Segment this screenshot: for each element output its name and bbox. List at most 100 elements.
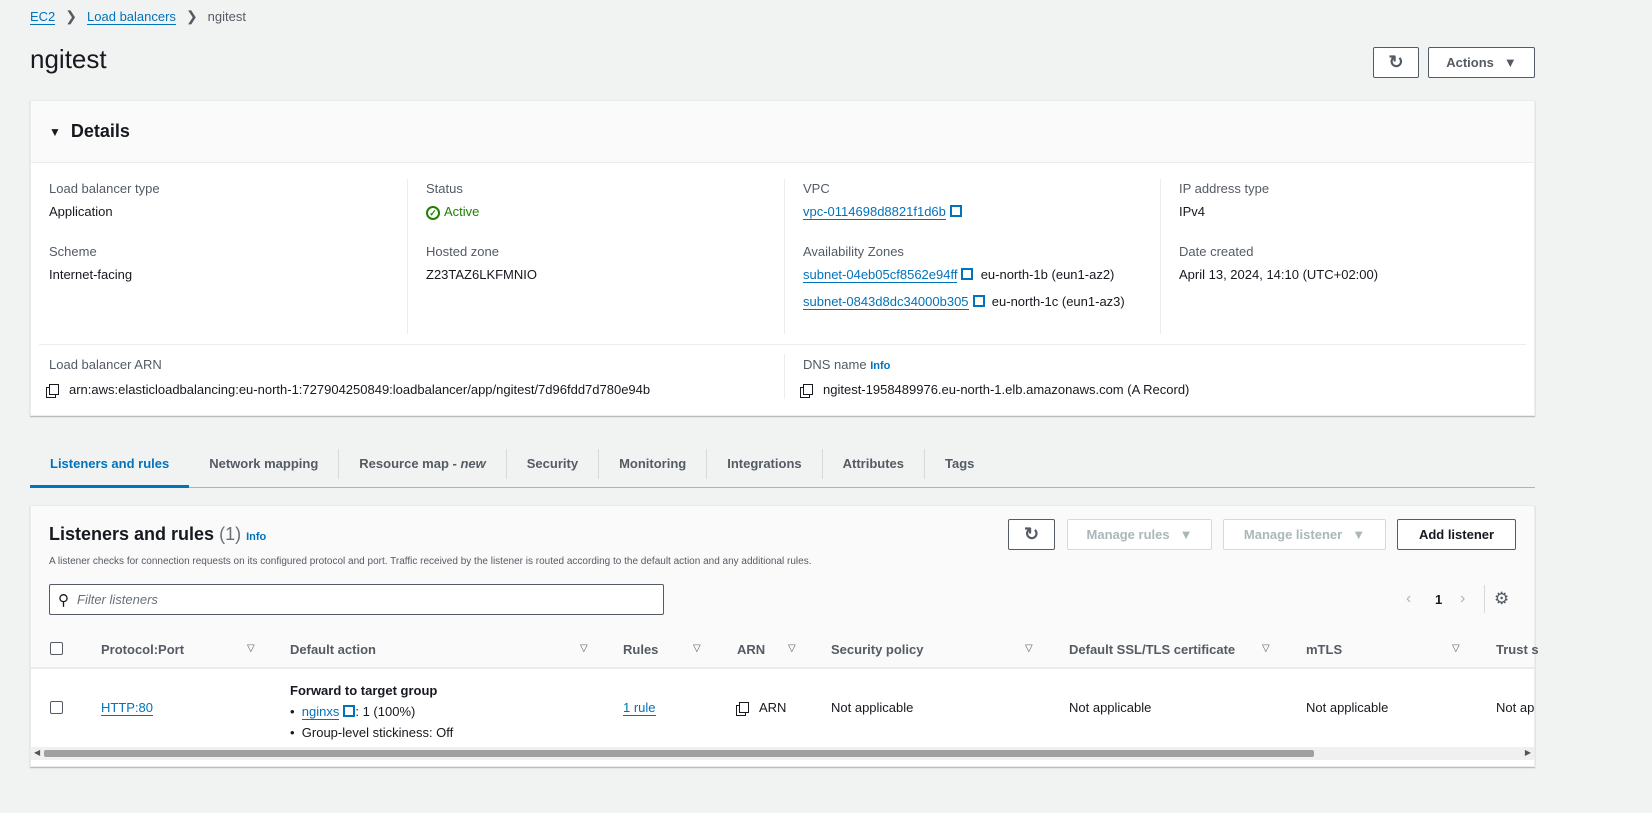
rules-link[interactable]: 1 rule (623, 700, 656, 716)
chevron-right-icon: ❯ (65, 8, 78, 24)
column-default-action[interactable]: Default action (290, 634, 376, 666)
default-action-cell: Forward to target group • nginxs: 1 (100… (290, 680, 453, 743)
sort-icon[interactable]: ▽ (1025, 643, 1033, 654)
refresh-listeners-button[interactable]: ↻ (1008, 519, 1055, 550)
new-badge: new (460, 455, 486, 471)
ip-type-value: IPv4 (1179, 204, 1206, 219)
page-number[interactable]: 1 (1435, 592, 1442, 607)
external-link-icon (972, 295, 985, 307)
caret-down-icon: ▼ (1352, 527, 1366, 542)
caret-down-icon: ▼ (1503, 55, 1517, 70)
listener-link[interactable]: HTTP:80 (101, 700, 154, 716)
chevron-right-icon: ❯ (185, 8, 198, 24)
az-zone: eu-north-1c (eun1-az3) (991, 294, 1125, 309)
security-policy-value: Not applicable (831, 700, 914, 715)
info-link[interactable]: Info (246, 531, 266, 543)
details-header[interactable]: ▼ Details (31, 101, 1534, 163)
arn-cell: ARN (739, 700, 786, 715)
filter-listeners-input[interactable]: ⚲ Filter listeners (49, 584, 664, 615)
stickiness: Group-level stickiness: Off (301, 725, 454, 740)
manage-rules-button[interactable]: Manage rules ▼ (1067, 519, 1212, 550)
refresh-icon: ↻ (1023, 524, 1040, 544)
ssl-cert-value: Not applicable (1069, 700, 1152, 715)
tab-attributes[interactable]: Attributes (823, 448, 926, 479)
column-protocol-port[interactable]: Protocol:Port (101, 634, 184, 666)
row-checkbox[interactable] (50, 701, 63, 714)
search-icon: ⚲ (58, 591, 69, 609)
sort-icon[interactable]: ▽ (693, 643, 701, 654)
sort-icon[interactable]: ▽ (1262, 643, 1270, 654)
manage-listener-button[interactable]: Manage listener ▼ (1223, 519, 1386, 550)
target-group-link[interactable]: nginxs (301, 704, 340, 720)
tab-listeners-and-rules[interactable]: Listeners and rules (30, 440, 190, 488)
external-link-icon (343, 705, 356, 717)
horizontal-scrollbar[interactable]: ◀ ▶ (31, 747, 1534, 760)
column-arn[interactable]: ARN (737, 634, 765, 666)
column-mtls[interactable]: mTLS (1306, 634, 1342, 666)
mtls-value: Not applicable (1306, 700, 1389, 715)
copy-icon[interactable] (49, 384, 59, 395)
refresh-button[interactable]: ↻ (1373, 47, 1419, 78)
hosted-zone-value: Z23TAZ6LKFMNIO (426, 267, 538, 282)
hosted-zone-label: Hosted zone (426, 244, 499, 259)
status-label: Status (426, 181, 463, 196)
actions-label: Actions (1446, 55, 1494, 70)
prev-page-icon[interactable]: ‹ (1406, 590, 1411, 608)
vpc-label: VPC (803, 181, 830, 196)
breadcrumb-ec2[interactable]: EC2 (30, 9, 56, 25)
dns-value: ngitest-1958489976.eu-north-1.elb.amazon… (823, 382, 1190, 397)
ip-type-label: IP address type (1179, 181, 1270, 196)
breadcrumb-current: ngitest (207, 9, 246, 24)
tab-integrations[interactable]: Integrations (707, 448, 823, 479)
lb-type-label: Load balancer type (49, 181, 160, 196)
info-link[interactable]: Info (870, 360, 890, 372)
subnet-link[interactable]: subnet-0843d8dc34000b305 (803, 294, 969, 310)
tab-network-mapping[interactable]: Network mapping (189, 448, 340, 479)
tab-monitoring[interactable]: Monitoring (599, 448, 708, 479)
copy-icon[interactable] (739, 702, 749, 713)
scheme-label: Scheme (49, 244, 97, 259)
listeners-description: A listener checks for connection request… (49, 556, 812, 567)
sort-icon[interactable]: ▽ (247, 643, 255, 654)
listeners-title: Listeners and rules (1) Info (49, 524, 267, 544)
action-title: Forward to target group (290, 683, 438, 698)
details-heading: Details (70, 121, 130, 141)
lb-type-value: Application (49, 204, 113, 219)
column-security-policy[interactable]: Security policy (831, 634, 923, 666)
tab-resource-map[interactable]: Resource map - new (339, 448, 507, 479)
date-created-value: April 13, 2024, 14:10 (UTC+02:00) (1179, 267, 1379, 282)
arn-value: arn:aws:elasticloadbalancing:eu-north-1:… (69, 382, 651, 397)
select-all-checkbox[interactable] (50, 642, 63, 655)
scrollbar-thumb[interactable] (44, 750, 1314, 757)
external-link-icon (961, 268, 974, 280)
tab-tags[interactable]: Tags (925, 449, 994, 479)
dns-label: DNS name (803, 357, 867, 372)
column-ssl-certificate[interactable]: Default SSL/TLS certificate (1069, 634, 1235, 666)
breadcrumb: EC2 ❯ Load balancers ❯ ngitest (30, 8, 246, 25)
sort-icon[interactable]: ▽ (580, 643, 588, 654)
add-listener-button[interactable]: Add listener (1397, 519, 1516, 550)
date-created-label: Date created (1179, 244, 1254, 259)
tab-label: Resource map - (359, 455, 461, 471)
sort-icon[interactable]: ▽ (1452, 643, 1460, 654)
copy-icon[interactable] (803, 384, 813, 395)
details-panel: ▼ Details Load balancer type Application S… (30, 100, 1535, 416)
breadcrumb-load-balancers[interactable]: Load balancers (87, 9, 176, 25)
sort-icon[interactable]: ▽ (788, 643, 796, 654)
tg-weight: : 1 (100%) (355, 704, 416, 719)
next-page-icon[interactable]: › (1460, 590, 1465, 608)
refresh-icon: ↻ (1388, 52, 1404, 72)
vpc-link[interactable]: vpc-0114698d8821f1d6b (803, 204, 946, 220)
caret-down-icon: ▼ (49, 124, 61, 139)
actions-button[interactable]: Actions ▼ (1428, 47, 1535, 78)
caret-down-icon: ▼ (1179, 527, 1193, 542)
settings-gear-icon[interactable]: ⚙ (1494, 589, 1509, 609)
column-rules[interactable]: Rules (623, 634, 658, 666)
tab-security[interactable]: Security (507, 448, 600, 479)
page-title: ngitest (30, 44, 107, 74)
arn-label: Load balancer ARN (49, 357, 162, 372)
trust-store-value: Not ap (1496, 700, 1535, 715)
column-trust-store[interactable]: Trust s (1496, 634, 1539, 666)
subnet-link[interactable]: subnet-04eb05cf8562e94ff (803, 267, 958, 283)
status-value: Active (444, 204, 480, 219)
